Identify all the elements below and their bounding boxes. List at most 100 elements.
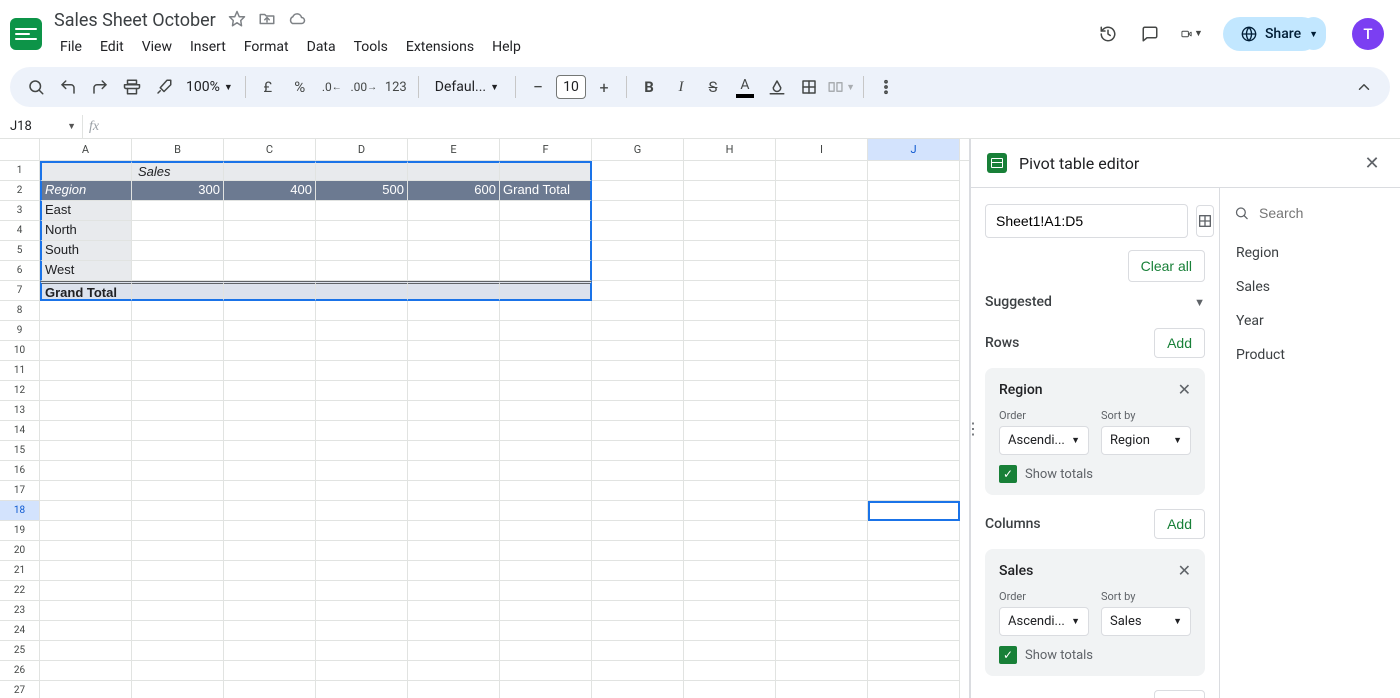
collapse-toolbar-icon[interactable] xyxy=(1350,73,1378,101)
cell[interactable] xyxy=(776,401,868,421)
cell[interactable] xyxy=(868,381,960,401)
cell[interactable] xyxy=(224,281,316,301)
cell[interactable] xyxy=(316,401,408,421)
cell[interactable] xyxy=(224,621,316,641)
increase-decimal-icon[interactable]: .00→ xyxy=(350,73,378,101)
cell[interactable] xyxy=(868,581,960,601)
row-header[interactable]: 15 xyxy=(0,441,39,461)
col-header[interactable]: A xyxy=(40,139,132,160)
cell[interactable] xyxy=(316,421,408,441)
cell[interactable] xyxy=(868,601,960,621)
cell[interactable] xyxy=(408,301,500,321)
cell[interactable] xyxy=(316,681,408,698)
cell[interactable] xyxy=(316,381,408,401)
cell[interactable] xyxy=(132,281,224,301)
cell[interactable] xyxy=(592,541,684,561)
spreadsheet-grid[interactable]: A B C D E F G H I J 12345678910111213141… xyxy=(0,139,970,698)
cell[interactable] xyxy=(408,321,500,341)
borders-button[interactable] xyxy=(795,73,823,101)
cell[interactable] xyxy=(868,401,960,421)
cell[interactable] xyxy=(592,441,684,461)
cell[interactable] xyxy=(408,621,500,641)
row-header[interactable]: 12 xyxy=(0,381,39,401)
col-header[interactable]: E xyxy=(408,139,500,160)
cell[interactable] xyxy=(868,181,960,201)
row-order-select[interactable]: Ascendi...▼ xyxy=(999,426,1089,455)
row-header[interactable]: 17 xyxy=(0,481,39,501)
cell[interactable] xyxy=(776,161,868,181)
cell[interactable] xyxy=(40,601,132,621)
cell[interactable] xyxy=(132,641,224,661)
cell[interactable] xyxy=(592,401,684,421)
cell[interactable] xyxy=(776,221,868,241)
cell[interactable] xyxy=(132,381,224,401)
fill-color-button[interactable] xyxy=(763,73,791,101)
cell[interactable] xyxy=(408,601,500,621)
cell[interactable]: Grand Total xyxy=(40,281,132,301)
formula-input[interactable] xyxy=(103,115,1400,138)
cell[interactable] xyxy=(500,341,592,361)
star-icon[interactable] xyxy=(228,10,246,32)
row-header[interactable]: 24 xyxy=(0,621,39,641)
cell[interactable] xyxy=(408,261,500,281)
cell[interactable] xyxy=(408,561,500,581)
cell[interactable] xyxy=(592,241,684,261)
cell[interactable] xyxy=(868,681,960,698)
cell[interactable] xyxy=(868,241,960,261)
cell[interactable] xyxy=(316,161,408,181)
cell[interactable] xyxy=(776,461,868,481)
cell[interactable] xyxy=(868,621,960,641)
cell[interactable] xyxy=(40,641,132,661)
data-range-input[interactable] xyxy=(985,204,1188,238)
cell[interactable] xyxy=(224,261,316,281)
italic-button[interactable]: I xyxy=(667,73,695,101)
cell[interactable] xyxy=(500,681,592,698)
redo-icon[interactable] xyxy=(86,73,114,101)
cell[interactable] xyxy=(592,301,684,321)
cell[interactable]: Region xyxy=(40,181,132,201)
cell[interactable] xyxy=(868,661,960,681)
cell[interactable] xyxy=(224,521,316,541)
field-product[interactable]: Product xyxy=(1234,338,1386,372)
cell[interactable] xyxy=(592,321,684,341)
cell[interactable] xyxy=(500,621,592,641)
row-header[interactable]: 16 xyxy=(0,461,39,481)
cell[interactable] xyxy=(868,301,960,321)
cell[interactable] xyxy=(868,501,960,521)
cell[interactable] xyxy=(408,201,500,221)
cell[interactable] xyxy=(500,281,592,301)
cell[interactable] xyxy=(500,521,592,541)
row-header[interactable]: 2 xyxy=(0,181,39,201)
cell[interactable] xyxy=(776,381,868,401)
cell[interactable] xyxy=(316,321,408,341)
add-values-button[interactable]: Add xyxy=(1154,690,1205,698)
currency-button[interactable]: £ xyxy=(254,73,282,101)
col-header[interactable]: C xyxy=(224,139,316,160)
cell[interactable] xyxy=(40,681,132,698)
cell[interactable] xyxy=(776,301,868,321)
cell[interactable] xyxy=(592,601,684,621)
cell[interactable] xyxy=(408,681,500,698)
cell[interactable] xyxy=(776,281,868,301)
cell[interactable]: 500 xyxy=(316,181,408,201)
cell[interactable] xyxy=(408,361,500,381)
select-all-corner[interactable] xyxy=(0,139,40,160)
cell[interactable] xyxy=(684,541,776,561)
cell[interactable] xyxy=(776,561,868,581)
history-icon[interactable] xyxy=(1097,23,1119,45)
cell[interactable] xyxy=(500,641,592,661)
cell[interactable] xyxy=(224,561,316,581)
cell[interactable]: 300 xyxy=(132,181,224,201)
cell[interactable] xyxy=(500,261,592,281)
cell[interactable] xyxy=(132,361,224,381)
row-header[interactable]: 4 xyxy=(0,221,39,241)
cell[interactable] xyxy=(40,401,132,421)
undo-icon[interactable] xyxy=(54,73,82,101)
cell[interactable] xyxy=(776,361,868,381)
cell[interactable] xyxy=(40,501,132,521)
row-header[interactable]: 25 xyxy=(0,641,39,661)
cell[interactable] xyxy=(776,201,868,221)
cell[interactable] xyxy=(500,501,592,521)
cell[interactable] xyxy=(776,521,868,541)
cell[interactable] xyxy=(408,461,500,481)
